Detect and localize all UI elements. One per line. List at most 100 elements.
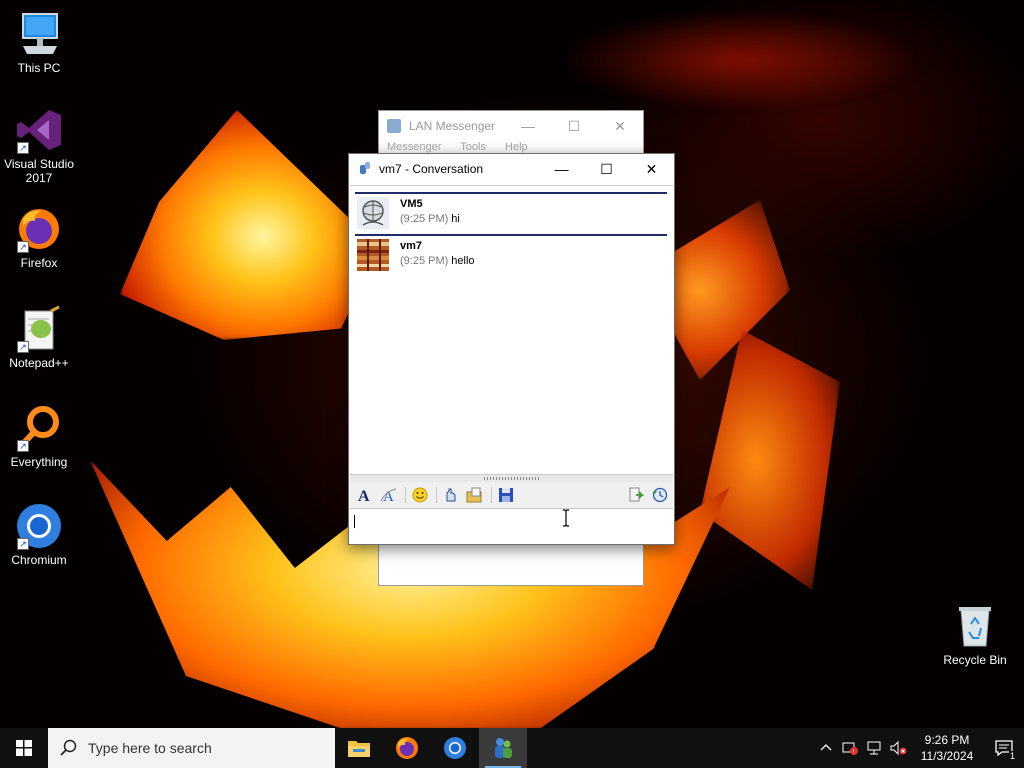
start-button[interactable] — [0, 728, 48, 768]
desktop-icon-recycle-bin[interactable]: Recycle Bin — [936, 602, 1014, 667]
send-message-button[interactable] — [625, 484, 647, 506]
wallpaper-pumpkin-cheek — [700, 330, 840, 590]
folder-file-icon — [466, 487, 482, 503]
taskbar-lan-messenger[interactable] — [479, 728, 527, 768]
shortcut-arrow-icon: ↗ — [17, 440, 29, 452]
message-body: (9:25 PM) hi — [400, 213, 460, 225]
minimize-button[interactable]: — — [539, 154, 584, 184]
ibeam-cursor-icon — [563, 509, 569, 527]
close-button[interactable]: ✕ — [629, 154, 674, 184]
shortcut-arrow-icon: ↗ — [17, 142, 29, 154]
show-hidden-icons-button[interactable] — [814, 728, 838, 768]
desktop-icon-label: Visual Studio 2017 — [4, 157, 74, 185]
menu-help[interactable]: Help — [505, 141, 528, 153]
taskbar-clock[interactable]: 9:26 PM 11/3/2024 — [910, 732, 984, 764]
taskbar: ! 9:26 PM 11/3/2024 1 — [0, 728, 1024, 768]
taskbar-file-explorer[interactable] — [335, 728, 383, 768]
menu-messenger[interactable]: Messenger — [387, 141, 441, 153]
font-color-button[interactable]: A — [378, 484, 400, 506]
shortcut-arrow-icon: ↗ — [17, 538, 29, 550]
desktop-icon-everything[interactable]: ↗ Everything — [0, 404, 78, 469]
network-warning-icon: ! — [842, 742, 858, 756]
send-file-button[interactable] — [464, 484, 486, 506]
message-sender: vm7 — [400, 240, 423, 252]
message-text: hello — [451, 255, 475, 267]
everything-search-icon: ↗ — [15, 404, 63, 452]
visual-studio-icon: ↗ — [15, 106, 63, 154]
avatar — [357, 197, 389, 229]
desktop-icon-chromium[interactable]: ↗ Chromium — [0, 502, 78, 567]
message-input-area[interactable] — [350, 508, 673, 544]
toolbar-separator — [491, 487, 492, 503]
svg-text:A: A — [358, 488, 370, 503]
emoticon-button[interactable] — [409, 484, 431, 506]
conversation-app-icon — [357, 161, 373, 177]
message-time: (9:25 PM) — [400, 213, 449, 225]
save-icon — [499, 488, 513, 502]
history-button[interactable] — [649, 484, 671, 506]
desktop-icon-label: Everything — [10, 455, 68, 469]
file-explorer-icon — [348, 741, 370, 757]
computer-icon — [15, 10, 63, 58]
firefox-icon — [396, 737, 418, 759]
chromium-icon: ↗ — [15, 502, 63, 550]
chromium-icon — [444, 737, 466, 759]
pane-splitter-handle[interactable] — [350, 475, 673, 482]
taskbar-firefox[interactable] — [383, 728, 431, 768]
desktop-icon-this-pc[interactable]: This PC — [0, 10, 78, 75]
windows-logo-icon — [16, 740, 32, 756]
message-sender: VM5 — [400, 198, 423, 210]
action-center-button[interactable]: 1 — [984, 728, 1024, 768]
smiley-icon — [412, 487, 428, 503]
maximize-button[interactable]: ☐ — [551, 118, 597, 135]
lan-messenger-title: LAN Messenger — [409, 119, 496, 133]
desktop-icon-label: This PC — [17, 61, 61, 75]
message-item: vm7 (9:25 PM) hello — [355, 234, 667, 274]
desktop-icon-visual-studio[interactable]: ↗ Visual Studio 2017 — [0, 106, 78, 185]
font-color-icon: A — [380, 488, 397, 503]
clock-date: 11/3/2024 — [920, 749, 974, 763]
conversation-titlebar[interactable]: vm7 - Conversation — ☐ ✕ — [349, 154, 674, 184]
nudge-hand-icon — [446, 488, 456, 502]
notepad-plus-plus-icon: ↗ — [15, 305, 63, 353]
text-caret — [354, 515, 355, 528]
desktop-icon-notepad-plus-plus[interactable]: ↗ Notepad++ — [0, 305, 78, 370]
splitter-grip — [483, 477, 540, 480]
firefox-icon: ↗ — [15, 205, 63, 253]
save-button[interactable] — [495, 484, 517, 506]
wallpaper-pumpkin-stem — [560, 10, 920, 110]
shortcut-arrow-icon: ↗ — [17, 241, 29, 253]
taskbar-chromium[interactable] — [431, 728, 479, 768]
history-clock-icon — [652, 487, 668, 503]
conversation-window[interactable]: vm7 - Conversation — ☐ ✕ VM5 (9:25 PM) hi — [348, 153, 675, 545]
font-button[interactable]: A — [354, 484, 376, 506]
message-time: (9:25 PM) — [400, 255, 449, 267]
taskbar-search-box[interactable] — [48, 728, 335, 768]
font-icon: A — [358, 488, 370, 503]
buzz-button[interactable] — [440, 484, 462, 506]
lan-messenger-titlebar[interactable]: LAN Messenger — ☐ ✕ — [379, 111, 643, 141]
system-tray: ! 9:26 PM 11/3/2024 1 — [814, 728, 1024, 768]
minimize-button[interactable]: — — [505, 118, 551, 135]
lan-messenger-app-icon — [387, 119, 401, 133]
message-body: (9:25 PM) hello — [400, 255, 475, 267]
tray-volume[interactable] — [886, 728, 910, 768]
message-text: hi — [451, 213, 460, 225]
message-input[interactable] — [350, 509, 673, 544]
volume-muted-icon — [890, 740, 907, 756]
close-button[interactable]: ✕ — [597, 118, 643, 135]
menu-tools[interactable]: Tools — [460, 141, 486, 153]
search-icon — [60, 739, 77, 756]
message-history[interactable]: VM5 (9:25 PM) hi vm7 (9:25 PM) hello — [350, 185, 673, 475]
desktop-icon-label: Notepad++ — [9, 356, 69, 370]
notification-count-badge: 1 — [1008, 751, 1016, 761]
desktop-icon-label: Chromium — [11, 553, 67, 567]
maximize-button[interactable]: ☐ — [584, 154, 629, 184]
tray-network[interactable] — [862, 728, 886, 768]
desktop-icon-firefox[interactable]: ↗ Firefox — [0, 205, 78, 270]
network-icon — [867, 741, 881, 755]
message-toolbar: A A — [350, 482, 673, 508]
tray-lan-messenger-status[interactable]: ! — [838, 728, 862, 768]
search-input[interactable] — [88, 740, 318, 756]
avatar — [357, 239, 389, 271]
